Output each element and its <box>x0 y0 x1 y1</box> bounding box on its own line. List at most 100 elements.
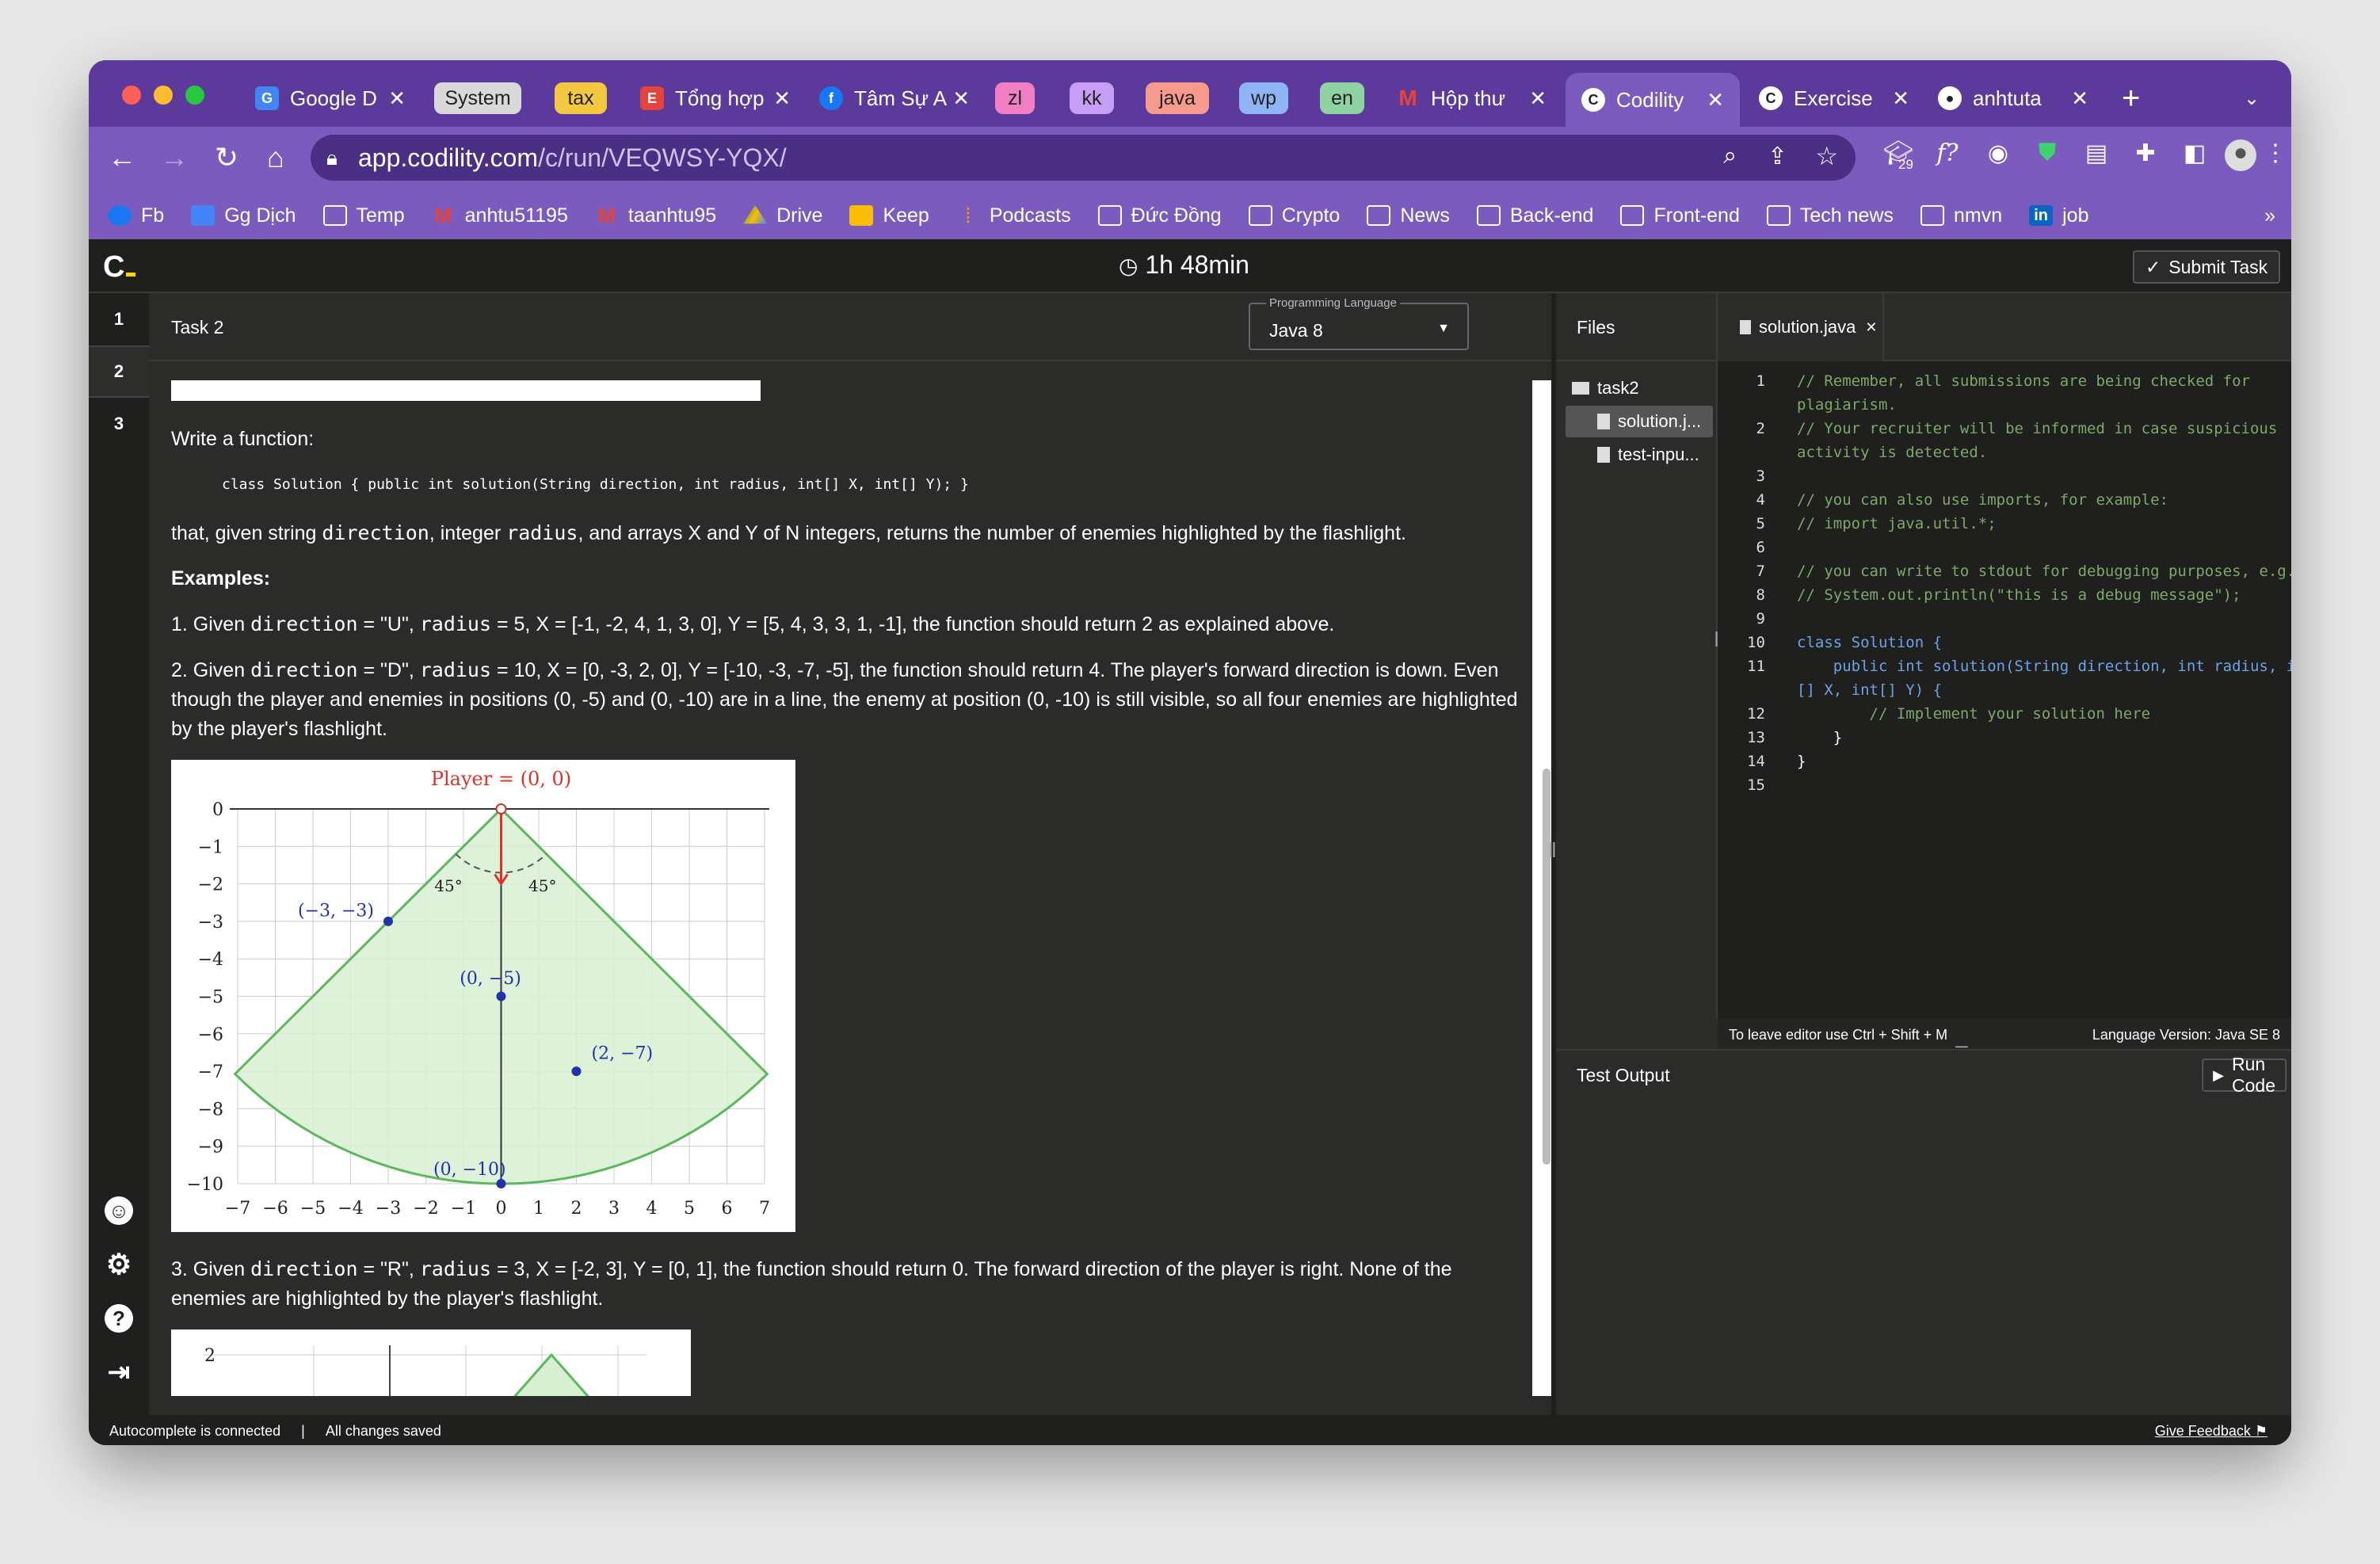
bookmark-label: Keep <box>883 204 929 227</box>
description-paragraph: that, given string direction, integer ra… <box>171 518 1524 548</box>
tab-group-wp[interactable]: wp <box>1239 82 1288 114</box>
file-test-input[interactable]: test-inpu... <box>1597 439 1716 471</box>
language-select[interactable]: Programming Language Java 8 ▼ <box>1249 296 1469 350</box>
flag-icon: ⚑ <box>2254 1423 2267 1439</box>
tab-group-zl[interactable]: zl <box>995 82 1035 114</box>
zoom-search-icon[interactable]: ⌕ <box>1723 143 1737 170</box>
url-text: app.codility.com/c/run/VEQWSY-YQX/ <box>358 143 787 173</box>
bookmark-gg-dich[interactable]: Gg Dịch <box>191 204 296 227</box>
settings-gear-icon[interactable]: ⚙ <box>105 1248 133 1280</box>
task-nav-item-3[interactable]: 3 <box>89 398 149 450</box>
bookmark-taanhtu95[interactable]: Mtaanhtu95 <box>595 204 716 227</box>
close-tab-icon[interactable]: ✕ <box>1892 86 1909 111</box>
ex-text: = "D", <box>357 659 420 681</box>
close-tab-icon[interactable]: ✕ <box>952 86 970 111</box>
bookmark-fb[interactable]: Fb <box>108 204 164 227</box>
tab-group-system[interactable]: System <box>434 82 521 114</box>
maximize-window-button[interactable] <box>185 86 204 105</box>
x-tick-label: −4 <box>338 1199 363 1219</box>
bookmark-crypto[interactable]: Crypto <box>1248 204 1340 227</box>
tab-group-tax[interactable]: tax <box>555 82 607 114</box>
share-icon[interactable]: ⇪ <box>1768 143 1787 170</box>
logout-icon[interactable]: ⇥ <box>105 1357 133 1387</box>
shield-extension-icon[interactable]: ⛊ <box>2031 139 2063 171</box>
tab-exercise[interactable]: C Exercise ✕ <box>1759 78 1909 119</box>
grid-extension-icon[interactable]: ▤ <box>2081 139 2112 171</box>
tab-tam-su[interactable]: f Tâm Sự A ✕ <box>819 78 970 119</box>
google-translate-icon: G <box>255 86 279 110</box>
puzzle-extensions-icon[interactable]: ✚ <box>2130 139 2161 171</box>
tab-tong-hop[interactable]: E Tổng hợp ✕ <box>640 78 791 119</box>
tab-group-en[interactable]: en <box>1320 82 1364 114</box>
omnibox[interactable]: 🔒︎ app.codility.com/c/run/VEQWSY-YQX/ ⌕ … <box>311 135 1856 181</box>
bookmark-podcasts[interactable]: ⁞ Podcasts <box>956 204 1070 227</box>
file-tree: task2 solution.j... test-inpu... ‖ <box>1556 361 1722 1019</box>
folder-task2[interactable]: task2 <box>1572 372 1639 404</box>
tab-google-translate[interactable]: G Google D ✕ <box>255 78 406 119</box>
accessibility-icon[interactable]: ☺ <box>105 1196 133 1225</box>
forward-arrow-icon[interactable]: → <box>157 141 192 174</box>
code-editor[interactable]: 1 // Remember, all submissions are being … <box>1718 361 2291 1019</box>
close-tab-icon[interactable]: ✕ <box>1529 86 1547 111</box>
more-bookmarks-icon[interactable]: » <box>2264 204 2275 227</box>
scrollbar-thumb[interactable] <box>1543 769 1550 1165</box>
code-line: class Solution { <box>1797 634 1943 651</box>
bookmark-duc-dong[interactable]: Đức Đồng <box>1097 204 1222 227</box>
tab-group-label: java <box>1159 86 1196 109</box>
x-tick-label: −2 <box>413 1199 438 1219</box>
close-tab-icon[interactable]: ✕ <box>773 86 791 111</box>
ex-text: 2. Given <box>171 659 251 681</box>
bookmark-drive[interactable]: Drive <box>743 204 822 227</box>
drive-icon <box>743 205 768 224</box>
give-feedback-link[interactable]: Give Feedback ⚑ <box>2155 1423 2267 1440</box>
tab-group-java[interactable]: java <box>1146 82 1209 114</box>
bookmark-star-icon[interactable]: ☆ <box>1815 141 1838 171</box>
extension-hat-icon[interactable]: 🎓︎ 29 <box>1882 139 1914 172</box>
bookmark-job[interactable]: in job <box>2029 204 2089 227</box>
bookmark-keep[interactable]: Keep <box>849 204 929 227</box>
help-icon[interactable]: ? <box>105 1304 133 1333</box>
close-window-button[interactable] <box>122 86 141 105</box>
tab-search-chevron-icon[interactable]: ⌄ <box>2244 78 2267 119</box>
editor-tab-solution-java[interactable]: solution.java ✕ <box>1718 293 1884 361</box>
close-tab-icon[interactable]: ✕ <box>1707 88 1724 113</box>
side-panel-icon[interactable]: ◧ <box>2179 139 2210 171</box>
bookmark-front-end[interactable]: Front-end <box>1620 204 1740 227</box>
submit-task-button[interactable]: ✓ Submit Task <box>2133 250 2281 284</box>
code-line: // import java.util.*; <box>1797 515 1997 532</box>
example-2: 2. Given direction = "D", radius = 10, X… <box>171 655 1524 744</box>
task-nav-item-2[interactable]: 2 <box>89 345 149 398</box>
close-tab-icon[interactable]: ✕ <box>1865 319 1877 336</box>
back-arrow-icon[interactable]: ← <box>105 141 139 174</box>
minimize-window-button[interactable] <box>154 86 173 105</box>
editor-hint: To leave editor use Ctrl + Shift + M <box>1729 1027 1948 1043</box>
bookmark-nmvn[interactable]: nmvn <box>1920 204 2002 227</box>
bookmark-tech-news[interactable]: Tech news <box>1766 204 1894 227</box>
x-tick-label: −1 <box>451 1199 476 1219</box>
bookmark-anhtu51195[interactable]: Manhtu51195 <box>432 204 568 227</box>
tab-codility[interactable]: C Codility ✕ <box>1566 73 1740 127</box>
close-tab-icon[interactable]: ✕ <box>2071 86 2088 111</box>
tab-github[interactable]: ● anhtuta ✕ <box>1938 78 2088 119</box>
formula-extension-icon[interactable]: f? <box>1932 139 1963 171</box>
close-tab-icon[interactable]: ✕ <box>388 86 406 111</box>
bookmark-back-end[interactable]: Back-end <box>1476 204 1593 227</box>
example-3: 3. Given direction = "R", radius = 3, X … <box>171 1254 1524 1314</box>
code-word: direction <box>250 658 358 681</box>
file-solution-java[interactable]: solution.j... <box>1566 406 1713 437</box>
tab-gmail[interactable]: M Hộp thư ✕ <box>1396 78 1547 119</box>
code-word: radius <box>419 612 492 635</box>
menu-kebab-icon[interactable]: ⋮ <box>2260 139 2291 171</box>
owl-extension-icon[interactable]: ◉ <box>1982 139 2014 171</box>
reload-icon[interactable]: ↻ <box>209 141 244 174</box>
run-code-button[interactable]: ▶ Run Code <box>2202 1054 2287 1096</box>
bookmark-news[interactable]: News <box>1367 204 1450 227</box>
profile-avatar[interactable]: ● <box>2225 139 2256 171</box>
task-nav-item-1[interactable]: 1 <box>89 293 149 345</box>
bookmark-temp[interactable]: Temp <box>322 204 405 227</box>
home-icon[interactable]: ⌂ <box>258 141 293 174</box>
ex-text: = "R", <box>357 1258 420 1280</box>
new-tab-button[interactable]: + <box>2122 78 2153 119</box>
tab-group-kk[interactable]: kk <box>1070 82 1114 114</box>
enemy-point <box>383 916 393 926</box>
